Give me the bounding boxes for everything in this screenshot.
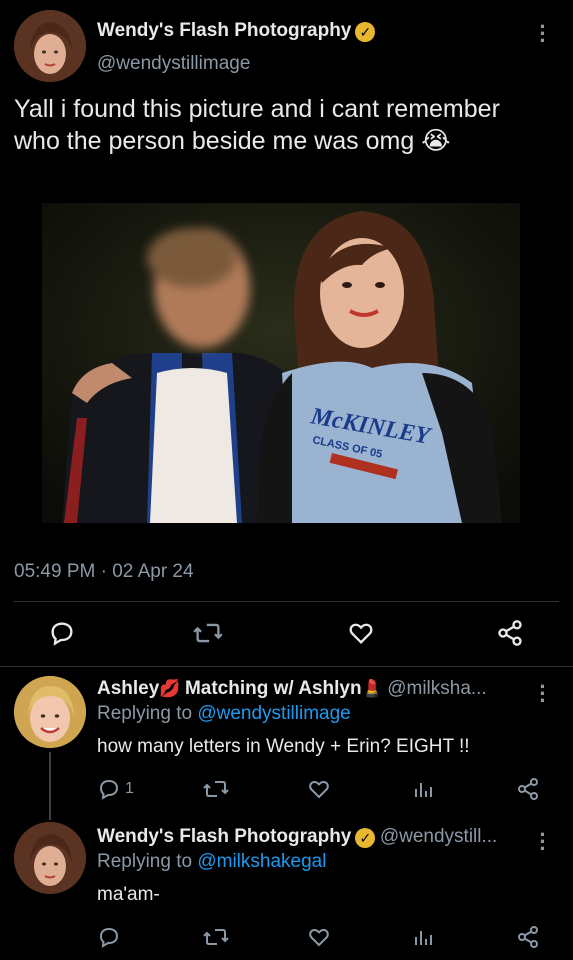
like-button[interactable]: [306, 925, 332, 954]
reply-author-name[interactable]: Wendy's Flash Photography: [97, 826, 351, 847]
replying-to-label: Replying to: [97, 703, 193, 724]
reply-icon: [99, 779, 119, 800]
divider: [0, 666, 573, 667]
reply-text: ma'am-: [97, 884, 160, 905]
analytics-icon: [415, 931, 432, 945]
share-button[interactable]: [516, 925, 540, 954]
retweet-icon: [193, 623, 223, 643]
avatar-portrait: [14, 822, 86, 894]
share-icon: [498, 620, 522, 646]
crying-emoji-icon: 😭: [421, 127, 451, 155]
reply-text: how many letters in Wendy + Erin? EIGHT …: [97, 736, 470, 757]
reply-author-name[interactable]: Ashley: [97, 678, 159, 699]
kiss-emoji-icon: 💋: [159, 679, 181, 698]
analytics-icon: [415, 783, 432, 797]
more-options-icon[interactable]: · · ·: [537, 16, 549, 52]
analytics-button[interactable]: [411, 925, 435, 954]
reply-avatar[interactable]: [14, 822, 86, 894]
reply-author-name-suffix[interactable]: Matching w/ Ashlyn: [185, 678, 362, 699]
more-options-icon[interactable]: · · ·: [537, 824, 549, 860]
retweet-icon: [203, 929, 229, 945]
divider: [14, 601, 559, 602]
analytics-button[interactable]: [411, 777, 435, 806]
lipstick-emoji-icon: 💄: [361, 679, 383, 698]
reply-avatar[interactable]: [14, 676, 86, 748]
tweet-text-line2: who the person beside me was omg: [14, 127, 415, 155]
author-name-row: Wendy's Flash Photography ✓: [97, 20, 376, 42]
photo-illustration: McKINLEY CLASS OF 05: [42, 203, 520, 523]
reply-author-handle[interactable]: @wendystill...: [380, 826, 498, 847]
like-button[interactable]: [346, 619, 376, 652]
share-icon: [518, 926, 538, 948]
replying-to-line: Replying to @wendystillimage: [97, 703, 351, 725]
retweet-button[interactable]: [203, 925, 229, 954]
share-icon: [518, 778, 538, 800]
heart-icon: [349, 623, 373, 644]
verified-badge-icon: ✓: [355, 827, 376, 848]
like-button[interactable]: [306, 777, 332, 806]
retweet-icon: [203, 781, 229, 797]
thread-line: [49, 752, 51, 820]
author-name[interactable]: Wendy's Flash Photography: [97, 20, 351, 41]
reply-count: 1: [125, 780, 134, 797]
author-avatar[interactable]: [14, 10, 86, 82]
tweet-text-line1: Yall i found this picture and i cant rem…: [14, 95, 500, 123]
more-options-icon[interactable]: · · ·: [537, 676, 549, 712]
heart-icon: [309, 929, 329, 947]
avatar-portrait: [14, 10, 86, 82]
heart-icon: [309, 781, 329, 799]
tweet-photo[interactable]: McKINLEY CLASS OF 05: [42, 203, 520, 523]
retweet-button[interactable]: [203, 777, 229, 806]
reply-button[interactable]: [48, 619, 76, 652]
reply-author-handle[interactable]: @milksha...: [387, 678, 487, 699]
tweet-text-line2-wrap: who the person beside me was omg 😭: [14, 125, 564, 157]
reply-icon: [99, 927, 119, 948]
reply-button[interactable]: [97, 925, 121, 954]
share-button[interactable]: [496, 619, 524, 652]
replying-to-line: Replying to @milkshakegal: [97, 851, 326, 873]
retweet-button[interactable]: [193, 619, 223, 652]
share-button[interactable]: [516, 777, 540, 806]
tweet-text: Yall i found this picture and i cant rem…: [14, 93, 564, 157]
verified-badge-icon: ✓: [355, 21, 376, 42]
avatar-portrait: [14, 676, 86, 748]
replying-to-link[interactable]: @milkshakegal: [197, 851, 326, 872]
reply-button[interactable]: 1: [97, 777, 134, 801]
reply-header: Ashley💋 Matching w/ Ashlyn💄 @milksha...: [97, 678, 487, 700]
replying-to-link[interactable]: @wendystillimage: [197, 703, 350, 724]
reply-icon: [51, 622, 73, 646]
tweet-timestamp[interactable]: 05:49 PM · 02 Apr 24: [14, 561, 194, 583]
replying-to-label: Replying to: [97, 851, 193, 872]
reply-header: Wendy's Flash Photography ✓ @wendystill..…: [97, 826, 497, 848]
author-handle[interactable]: @wendystillimage: [97, 53, 250, 75]
